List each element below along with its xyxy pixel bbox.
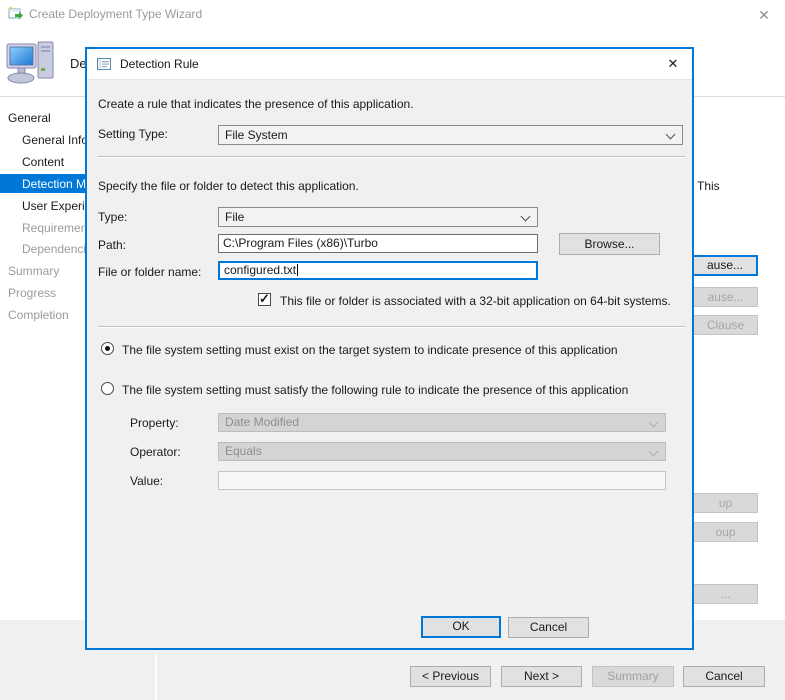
bottom-pane-divider bbox=[155, 653, 157, 700]
property-value: Date Modified bbox=[225, 415, 299, 429]
sidebar-item-progress: Progress bbox=[8, 285, 56, 301]
must-satisfy-rule-radio[interactable] bbox=[101, 382, 114, 395]
clipped-text-fragment: This bbox=[697, 179, 720, 193]
sidebar-item-user-experience[interactable]: User Experie bbox=[22, 198, 91, 214]
operator-label: Operator: bbox=[130, 445, 181, 459]
add-clause-button-clipped[interactable]: ause... bbox=[694, 255, 758, 276]
property-dropdown: Date Modified bbox=[218, 413, 666, 432]
path-label: Path: bbox=[98, 238, 126, 252]
sidebar-item-general-info[interactable]: General Info bbox=[22, 132, 88, 148]
dialog-close-icon[interactable]: ✕ bbox=[662, 53, 684, 75]
specify-text: Specify the file or folder to detect thi… bbox=[98, 179, 359, 193]
window-title: Create Deployment Type Wizard bbox=[29, 7, 202, 21]
ungroup-button-clipped: oup bbox=[694, 522, 758, 542]
setting-type-dropdown[interactable]: File System bbox=[218, 125, 683, 145]
dialog-title: Detection Rule bbox=[120, 57, 199, 71]
section-divider bbox=[98, 326, 685, 327]
edit-clause-button-clipped: ause... bbox=[694, 287, 758, 307]
file-name-input[interactable]: configured.txt bbox=[218, 261, 538, 280]
section-divider bbox=[98, 156, 685, 157]
summary-button: Summary bbox=[592, 666, 674, 687]
must-exist-radio[interactable] bbox=[101, 342, 114, 355]
operator-value: Equals bbox=[225, 444, 262, 458]
chevron-down-icon bbox=[521, 212, 531, 222]
type-label: Type: bbox=[98, 210, 127, 224]
32bit-checkbox-label: This file or folder is associated with a… bbox=[280, 294, 671, 308]
browse-button[interactable]: Browse... bbox=[559, 233, 660, 255]
screen: { "window": { "title": "Create Deploymen… bbox=[0, 0, 785, 700]
setting-type-label: Setting Type: bbox=[98, 127, 168, 141]
sidebar-item-detection-method[interactable]: Detection M bbox=[22, 176, 86, 192]
dialog-cancel-button[interactable]: Cancel bbox=[508, 617, 589, 638]
file-name-value: configured.txt bbox=[224, 263, 296, 277]
detection-rule-form-icon bbox=[96, 56, 112, 72]
32bit-checkbox[interactable] bbox=[258, 293, 271, 306]
dialog-body: Create a rule that indicates the presenc… bbox=[87, 80, 692, 648]
must-satisfy-rule-radio-label: The file system setting must satisfy the… bbox=[122, 383, 628, 397]
intro-text: Create a rule that indicates the presenc… bbox=[98, 97, 414, 111]
file-name-label: File or folder name: bbox=[98, 265, 201, 279]
next-button[interactable]: Next > bbox=[501, 666, 582, 687]
computer-icon bbox=[5, 38, 59, 90]
value-label: Value: bbox=[130, 474, 163, 488]
detection-rule-dialog: Detection Rule ✕ Create a rule that indi… bbox=[85, 47, 694, 650]
delete-clause-button-clipped: Clause bbox=[694, 315, 758, 335]
window-close-icon[interactable]: ✕ bbox=[752, 3, 776, 27]
wizard-app-icon bbox=[8, 6, 24, 22]
group-button-clipped: up bbox=[694, 493, 758, 513]
sidebar-item-content[interactable]: Content bbox=[22, 154, 64, 170]
sidebar-item-dependencies: Dependenci bbox=[22, 241, 86, 257]
clipped-button: ... bbox=[694, 584, 758, 604]
dialog-titlebar[interactable]: Detection Rule ✕ bbox=[87, 49, 692, 80]
setting-type-value: File System bbox=[225, 128, 288, 142]
property-label: Property: bbox=[130, 416, 179, 430]
sidebar-item-completion: Completion bbox=[8, 307, 69, 323]
must-exist-radio-label: The file system setting must exist on th… bbox=[122, 343, 618, 357]
operator-dropdown: Equals bbox=[218, 442, 666, 461]
path-input[interactable]: C:\Program Files (x86)\Turbo bbox=[218, 234, 538, 253]
chevron-down-icon bbox=[649, 418, 659, 428]
type-value: File bbox=[225, 210, 244, 224]
wizard-cancel-button[interactable]: Cancel bbox=[683, 666, 765, 687]
text-cursor bbox=[297, 264, 298, 276]
previous-button[interactable]: < Previous bbox=[410, 666, 491, 687]
chevron-down-icon bbox=[666, 130, 676, 140]
sidebar-item-requirements: Requiremen bbox=[22, 220, 87, 236]
value-input bbox=[218, 471, 666, 490]
sidebar-item-summary: Summary bbox=[8, 263, 59, 279]
type-dropdown[interactable]: File bbox=[218, 207, 538, 227]
chevron-down-icon bbox=[649, 447, 659, 457]
sidebar-item-general[interactable]: General bbox=[8, 110, 51, 126]
ok-button[interactable]: OK bbox=[421, 616, 501, 638]
